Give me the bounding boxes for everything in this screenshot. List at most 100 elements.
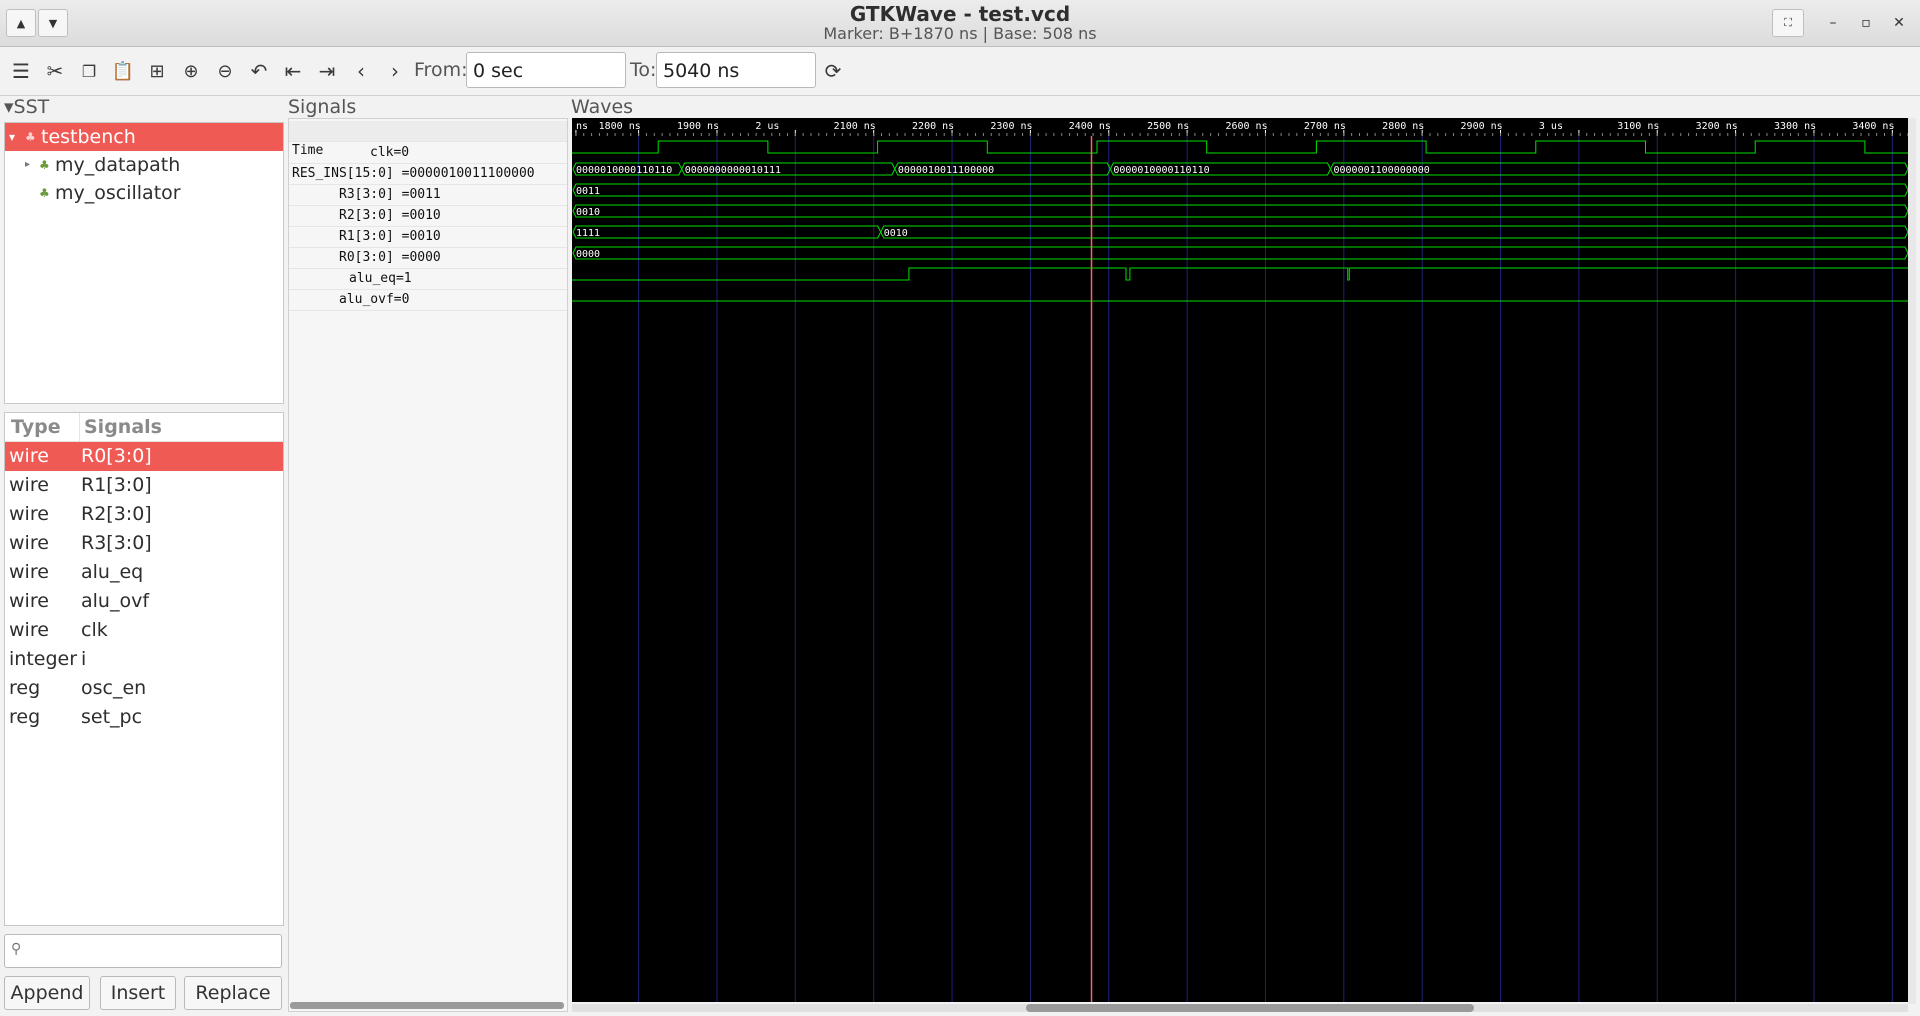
- copy-icon[interactable]: ❐: [76, 58, 102, 84]
- close-button[interactable]: ✕: [1886, 10, 1912, 36]
- waves-canvas[interactable]: ns 1800 ns 1900 ns 2 us 2100 ns 2200 ns 2300 n…: [572, 118, 1908, 1002]
- signal-row[interactable]: alu_ovf=0: [289, 290, 567, 311]
- signals-pane-title: Signals: [288, 96, 357, 118]
- waveform-svg[interactable]: ns 1800 ns 1900 ns 2 us 2100 ns 2200 ns 2300 n…: [572, 118, 1908, 1002]
- window-title: GTKWave - test.vcd: [849, 2, 1071, 26]
- signal-name: R2[3:0]: [81, 503, 152, 525]
- signal-row[interactable]: alu_eq=1: [289, 269, 567, 290]
- signal-list-item[interactable]: wire alu_eq: [5, 558, 283, 587]
- search-icon: ⚲: [11, 941, 22, 957]
- tick-label: 2600 ns: [1225, 121, 1267, 132]
- signal-row[interactable]: R1[3:0] =0010: [289, 227, 567, 248]
- waves-pane-title: Waves: [571, 96, 634, 118]
- menu-icon[interactable]: ☰: [8, 58, 34, 84]
- signal-list-item[interactable]: integer i: [5, 645, 283, 674]
- clk-waveform: [572, 140, 1908, 154]
- signal-list-item[interactable]: reg osc_en: [5, 674, 283, 703]
- append-button[interactable]: Append: [4, 976, 90, 1010]
- signal-type: wire: [9, 474, 49, 496]
- signals-list-header: Type Signals: [5, 413, 283, 442]
- tick-label: 2700 ns: [1304, 121, 1346, 132]
- signals-horizontal-scrollbar[interactable]: [290, 1002, 564, 1009]
- zoom-out-icon[interactable]: ⊖: [212, 58, 238, 84]
- insert-button[interactable]: Insert: [100, 976, 176, 1010]
- signal-row[interactable]: R0[3:0] =0000: [289, 248, 567, 269]
- next-icon[interactable]: ›: [382, 58, 408, 84]
- signal-row[interactable]: R2[3:0] =0010: [289, 206, 567, 227]
- time-header-row: Time: [289, 121, 567, 158]
- signal-list-item[interactable]: wire R1[3:0]: [5, 471, 283, 500]
- expander-icon[interactable]: ▸: [25, 151, 30, 179]
- waves-horizontal-scrollbar[interactable]: [1026, 1004, 1474, 1012]
- signal-name: R0[3:0]: [81, 445, 152, 467]
- bus-segment: [572, 183, 1908, 197]
- tree-item-label: testbench: [41, 126, 136, 148]
- tick-label: 2500 ns: [1147, 121, 1189, 132]
- signal-type: integer: [9, 648, 78, 670]
- signals-pane: Time clk=0 RES_INS[15:0] =000001001110000…: [288, 118, 568, 1012]
- tick-label: 2200 ns: [912, 121, 954, 132]
- signal-name: osc_en: [81, 677, 147, 699]
- paste-icon[interactable]: 📋: [110, 58, 136, 84]
- signal-row[interactable]: R3[3:0] =0011: [289, 185, 567, 206]
- to-label: To:: [630, 59, 657, 81]
- expander-icon[interactable]: ▾: [9, 123, 15, 151]
- signal-search-input[interactable]: ⚲: [4, 934, 282, 968]
- replace-button[interactable]: Replace: [184, 976, 282, 1010]
- column-type[interactable]: Type: [11, 413, 61, 441]
- reload-icon[interactable]: ⟳: [820, 58, 846, 84]
- fullscreen-button[interactable]: ⛶: [1772, 9, 1804, 37]
- tick-label: 2800 ns: [1382, 121, 1424, 132]
- signal-row[interactable]: RES_INS[15:0] =0000010011100000: [289, 164, 567, 185]
- waves-vertical-scrollbar[interactable]: [1908, 118, 1916, 1004]
- cut-icon[interactable]: ✂: [42, 58, 68, 84]
- module-icon: ♣: [25, 130, 36, 144]
- bus-segment: [880, 225, 1908, 239]
- zoom-in-icon[interactable]: ⊕: [178, 58, 204, 84]
- signal-list-item[interactable]: reg set_pc: [5, 703, 283, 732]
- toolbar: ☰ ✂ ❐ 📋 ⊞ ⊕ ⊖ ↶ ⇤ ⇥ ‹ › From: 0 sec To: …: [0, 47, 1920, 96]
- signal-name: R3[3:0]: [81, 532, 152, 554]
- module-icon: ♣: [39, 186, 50, 200]
- maximize-button[interactable]: ▫: [1853, 10, 1879, 36]
- tree-item-label: my_oscillator: [55, 182, 181, 204]
- from-input[interactable]: 0 sec: [466, 52, 626, 88]
- bus-value-label: 0000001100000000: [1334, 165, 1430, 176]
- bus-value-label: 0010: [576, 207, 600, 218]
- signal-name: alu_ovf: [81, 590, 150, 612]
- signal-name: set_pc: [81, 706, 143, 728]
- signal-list-item[interactable]: wire R2[3:0]: [5, 500, 283, 529]
- tick-label: 3 us: [1539, 121, 1563, 132]
- signal-list-item[interactable]: wire R3[3:0]: [5, 529, 283, 558]
- sst-header[interactable]: ▾SST: [4, 96, 49, 118]
- window-subtitle: Marker: B+1870 ns | Base: 508 ns: [823, 24, 1097, 43]
- last-icon[interactable]: ⇥: [314, 58, 340, 84]
- tick-label: 2900 ns: [1461, 121, 1503, 132]
- undo-icon[interactable]: ↶: [246, 58, 272, 84]
- tree-item-testbench[interactable]: ▾ ♣ testbench: [5, 123, 283, 151]
- tick-label: 2300 ns: [990, 121, 1032, 132]
- bus-value-label: 0011: [576, 186, 600, 197]
- tick-label: 2100 ns: [834, 121, 876, 132]
- fullscreen-icon: ⛶: [1784, 16, 1792, 29]
- minimize-button[interactable]: –: [1820, 10, 1846, 36]
- bus-segment: [572, 204, 1908, 218]
- signal-list-item[interactable]: wire alu_ovf: [5, 587, 283, 616]
- tree-item-my-datapath[interactable]: ▸ ♣ my_datapath: [5, 151, 283, 179]
- signal-name: R1[3:0]: [81, 474, 152, 496]
- first-icon[interactable]: ⇤: [280, 58, 306, 84]
- signal-row[interactable]: clk=0: [289, 143, 567, 164]
- tick-label: 3400 ns: [1852, 121, 1894, 132]
- bus-value-label: 0000010000110110: [576, 165, 672, 176]
- signal-list-item[interactable]: wire R0[3:0]: [5, 442, 283, 471]
- signal-type: wire: [9, 445, 49, 467]
- signal-list-item[interactable]: wire clk: [5, 616, 283, 645]
- module-icon: ♣: [39, 158, 50, 172]
- tick-label: 1800 ns: [599, 121, 641, 132]
- zoom-fit-icon[interactable]: ⊞: [144, 58, 170, 84]
- tree-item-my-oscillator[interactable]: ♣ my_oscillator: [5, 179, 283, 207]
- column-signals[interactable]: Signals: [79, 413, 162, 441]
- prev-icon[interactable]: ‹: [348, 58, 374, 84]
- hierarchy-tree: ▾ ♣ testbench ▸ ♣ my_datapath ♣ my_oscil…: [4, 122, 284, 404]
- to-input[interactable]: 5040 ns: [656, 52, 816, 88]
